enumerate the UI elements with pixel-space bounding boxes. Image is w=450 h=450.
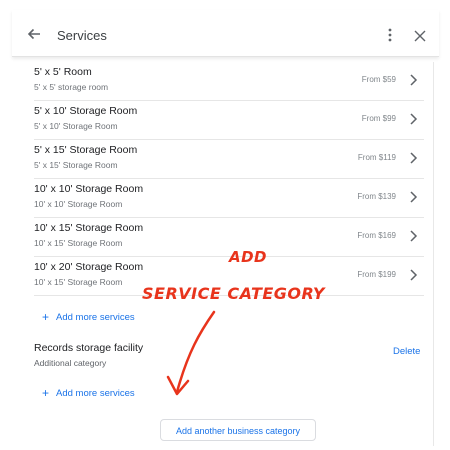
service-description: 5' x 15' Storage Room: [34, 160, 118, 170]
scrollbar[interactable]: [433, 62, 434, 446]
chevron-right-icon: [410, 113, 418, 125]
page-title: Services: [57, 28, 107, 43]
delete-category-button[interactable]: Delete: [393, 346, 420, 357]
plus-icon: +: [42, 310, 50, 324]
add-more-services-label: Add more services: [56, 388, 135, 399]
service-price: From $59: [361, 75, 396, 84]
service-row[interactable]: 5' x 5' Room 5' x 5' storage room From $…: [34, 62, 424, 101]
chevron-right-icon: [410, 191, 418, 203]
service-description: 10' x 15' Storage Room: [34, 238, 123, 248]
service-name: 5' x 5' Room: [34, 66, 92, 78]
service-description: 10' x 15' Storage Room: [34, 277, 123, 287]
service-name: 10' x 20' Storage Room: [34, 261, 144, 273]
service-price: From $99: [361, 114, 396, 123]
close-icon[interactable]: [414, 30, 426, 42]
add-more-services-link-2[interactable]: + Add more services: [42, 386, 135, 400]
service-description: 5' x 10' Storage Room: [34, 121, 118, 131]
service-name: 5' x 10' Storage Room: [34, 105, 138, 117]
add-business-category-button[interactable]: Add another business category: [160, 419, 316, 441]
chevron-right-icon: [410, 269, 418, 281]
service-row[interactable]: 10' x 20' Storage Room 10' x 15' Storage…: [34, 257, 424, 296]
service-name: 10' x 10' Storage Room: [34, 183, 144, 195]
add-more-services-link[interactable]: + Add more services: [42, 310, 135, 324]
service-price: From $169: [357, 231, 396, 240]
category-subtitle: Additional category: [34, 358, 107, 368]
service-row[interactable]: 10' x 15' Storage Room 10' x 15' Storage…: [34, 218, 424, 257]
service-description: 10' x 10' Storage Room: [34, 199, 123, 209]
chevron-right-icon: [410, 152, 418, 164]
services-panel: Services 5' x 5' Room 5' x 5' storage ro…: [12, 10, 439, 446]
service-price: From $139: [357, 192, 396, 201]
service-row[interactable]: 5' x 15' Storage Room 5' x 15' Storage R…: [34, 140, 424, 179]
plus-icon: +: [42, 386, 50, 400]
service-name: 5' x 15' Storage Room: [34, 144, 138, 156]
category-name: Records storage facility: [34, 342, 144, 354]
service-row[interactable]: 5' x 10' Storage Room 5' x 10' Storage R…: [34, 101, 424, 140]
panel-header: Services: [12, 10, 439, 57]
more-vert-icon[interactable]: [383, 27, 397, 43]
add-more-services-label: Add more services: [56, 312, 135, 323]
service-description: 5' x 5' storage room: [34, 82, 109, 92]
chevron-right-icon: [410, 74, 418, 86]
service-price: From $199: [357, 270, 396, 279]
service-price: From $119: [357, 153, 396, 162]
services-content: 5' x 5' Room 5' x 5' storage room From $…: [24, 62, 434, 446]
service-name: 10' x 15' Storage Room: [34, 222, 144, 234]
chevron-right-icon: [410, 230, 418, 242]
arrow-back-icon[interactable]: [26, 26, 42, 42]
service-row[interactable]: 10' x 10' Storage Room 10' x 10' Storage…: [34, 179, 424, 218]
